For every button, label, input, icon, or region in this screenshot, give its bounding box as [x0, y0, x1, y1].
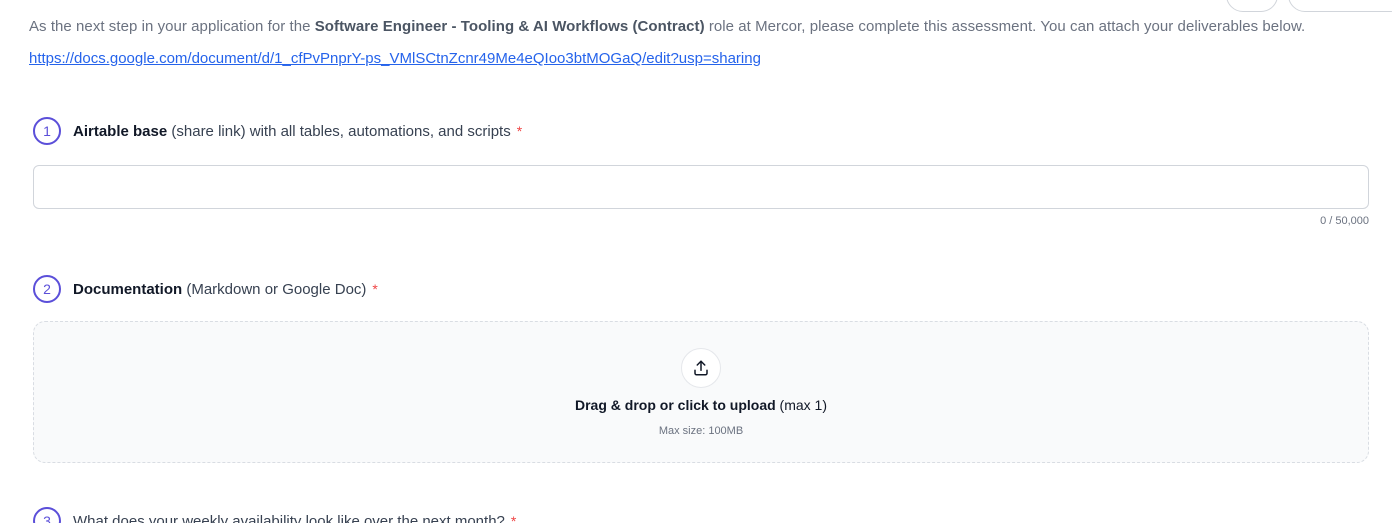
upload-button[interactable]: [681, 348, 721, 388]
intro-text: As the next step in your application for…: [29, 18, 1305, 35]
max-size-note: Max size: 100MB: [658, 425, 744, 437]
question-number-badge: 2: [33, 275, 61, 303]
required-marker: *: [516, 122, 523, 139]
header-action-button[interactable]: [1288, 0, 1392, 12]
file-upload-dropzone[interactable]: Drag & drop or click to upload (max 1) M…: [33, 321, 1369, 463]
upload-limit: (max 1): [775, 397, 828, 413]
role-name: Software Engineer - Tooling & AI Workflo…: [314, 18, 705, 35]
question-2-title: Documentation: [73, 280, 183, 298]
question-3-title: What does your weekly availability look …: [73, 512, 505, 523]
question-3-header: 3 What does your weekly availability loo…: [33, 507, 516, 523]
question-3-label: What does your weekly availability look …: [73, 513, 516, 523]
upload-label: Drag & drop or click to upload: [574, 397, 776, 413]
intro-prefix: As the next step in your application for…: [29, 18, 315, 35]
question-number-badge: 3: [33, 507, 61, 523]
question-1-header: 1 Airtable base (share link) with all ta…: [33, 117, 522, 145]
header-button[interactable]: [1226, 0, 1278, 12]
intro-suffix: role at Mercor, please complete this ass…: [704, 18, 1306, 35]
character-counter: 0 / 50,000: [1320, 215, 1369, 227]
assessment-link[interactable]: https://docs.google.com/document/d/1_cfP…: [29, 50, 761, 67]
question-1-label: Airtable base (share link) with all tabl…: [73, 123, 522, 140]
required-marker: *: [372, 280, 378, 297]
question-number-badge: 1: [33, 117, 61, 145]
question-2-detail: (Markdown or Google Doc): [182, 280, 367, 298]
question-1-title: Airtable base: [73, 122, 168, 140]
required-marker: *: [510, 512, 517, 523]
upload-icon: [694, 360, 708, 376]
question-2-header: 2 Documentation (Markdown or Google Doc)…: [33, 275, 378, 303]
upload-instructions: Drag & drop or click to upload (max 1): [34, 397, 1368, 413]
question-2-label: Documentation (Markdown or Google Doc) *: [73, 281, 378, 298]
airtable-link-input[interactable]: [33, 165, 1369, 209]
question-1-detail: (share link) with all tables, automation…: [167, 122, 511, 140]
